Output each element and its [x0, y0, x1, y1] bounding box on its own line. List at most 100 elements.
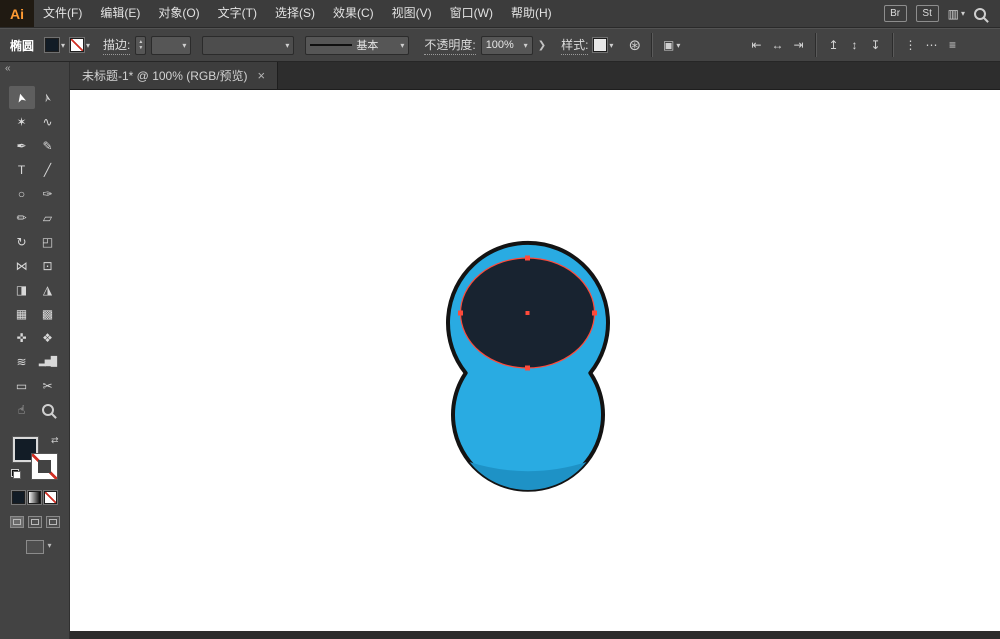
stroke-color-dropdown[interactable]: ▾ [70, 38, 90, 52]
anchor-left[interactable] [458, 310, 463, 316]
symbol-sprayer-tool[interactable]: ≋ [9, 350, 35, 373]
tools-panel: « ➤ ➢ ✶ ∿ ✒ ✎ T ╱ ○ ✑ ✏ ▱ ↻ ◰ ⋈ ⊡ ◨ ◮ ▦ … [0, 62, 70, 639]
menu-object[interactable]: 对象(O) [149, 0, 208, 27]
chevron-down-icon: ▾ [676, 40, 681, 50]
menubar-right: Br St ▥ ▾ [883, 5, 1000, 22]
menu-effect[interactable]: 效果(C) [324, 0, 383, 27]
perspective-grid-tool[interactable]: ◮ [35, 278, 61, 301]
distribute-vertical-button[interactable]: ⋮ [901, 38, 920, 52]
selection-tool[interactable]: ➤ [8, 86, 35, 109]
opacity-label[interactable]: 不透明度: [424, 36, 476, 55]
opacity-flyout-icon[interactable]: ❯ [538, 40, 546, 51]
eyedropper-tool[interactable]: ✜ [9, 326, 35, 349]
vertical-align-center-button[interactable]: ↕ [845, 38, 864, 52]
screen-mode-button[interactable] [25, 540, 52, 554]
stroke-none-swatch [70, 38, 85, 52]
canvas-area[interactable] [70, 90, 1000, 631]
paintbrush-tool[interactable]: ✑ [35, 182, 61, 205]
column-graph-tool[interactable]: ▂▅█ [35, 350, 61, 373]
menu-edit[interactable]: 编辑(E) [91, 0, 149, 27]
menu-type[interactable]: 文字(T) [209, 0, 266, 27]
gradient-button[interactable] [28, 491, 41, 504]
default-fill-stroke-icon[interactable] [10, 469, 21, 479]
direct-selection-tool[interactable]: ➢ [35, 86, 61, 109]
gradient-tool[interactable]: ▩ [35, 302, 61, 325]
style-label[interactable]: 样式: [561, 36, 589, 55]
draw-normal-button[interactable] [9, 516, 24, 528]
app-logo: Ai [0, 0, 34, 27]
stroke-swatch[interactable] [30, 453, 58, 480]
horizontal-align-left-button[interactable]: ⇤ [747, 38, 766, 52]
curvature-tool[interactable]: ✎ [35, 134, 61, 157]
free-transform-tool[interactable]: ⊡ [35, 254, 61, 277]
none-button[interactable] [44, 491, 57, 504]
brush-definition-select[interactable]: 基本 ▾ [305, 35, 410, 55]
scale-tool[interactable]: ◰ [35, 230, 61, 253]
anchor-center[interactable] [525, 311, 530, 315]
width-profile-select[interactable]: ▾ [202, 35, 295, 55]
mesh-tool[interactable]: ▦ [9, 302, 35, 325]
collapse-panel-icon[interactable]: « [0, 62, 69, 80]
color-button[interactable] [12, 491, 25, 504]
draw-behind-button[interactable] [27, 516, 42, 528]
horizontal-align-center-button[interactable]: ↔ [768, 38, 787, 52]
horizontal-align-right-button[interactable]: ⇥ [789, 38, 808, 52]
chevron-down-icon: ▾ [285, 40, 290, 50]
graphic-style-swatch [593, 38, 608, 52]
separator [892, 33, 894, 57]
ellipse-tool[interactable]: ○ [9, 182, 35, 205]
menu-help[interactable]: 帮助(H) [502, 0, 561, 27]
zoom-tool[interactable] [35, 398, 61, 421]
opacity-value: 100% [485, 39, 514, 51]
stroke-weight-select[interactable]: ▾ [151, 35, 192, 55]
anchor-top[interactable] [525, 255, 530, 261]
vertical-align-bottom-button[interactable]: ↧ [866, 38, 885, 52]
hand-tool[interactable]: ☝ [9, 398, 35, 421]
slice-tool[interactable]: ✂ [35, 374, 61, 397]
stock-button[interactable]: St [915, 5, 939, 22]
chevron-down-icon: ▾ [609, 40, 614, 50]
align-to-dropdown[interactable]: ▣ ▾ [663, 38, 680, 52]
document-tab[interactable]: 未标题-1* @ 100% (RGB/预览) × [70, 62, 279, 89]
pen-tool[interactable]: ✒ [9, 134, 35, 157]
menu-window[interactable]: 窗口(W) [441, 0, 502, 27]
recolor-artwork-icon[interactable]: ⊛ [628, 36, 641, 54]
close-tab-icon[interactable]: × [258, 68, 266, 83]
lasso-tool[interactable]: ∿ [35, 110, 61, 133]
search-icon[interactable] [974, 7, 986, 20]
menu-view[interactable]: 视图(V) [383, 0, 441, 27]
workspace-switcher[interactable]: ▥ ▾ [948, 7, 965, 21]
default-stroke-mini [12, 471, 21, 479]
blend-tool[interactable]: ❖ [35, 326, 61, 349]
draw-inside-button[interactable] [45, 516, 60, 528]
line-segment-tool[interactable]: ╱ [35, 158, 61, 181]
distribute-spacing-button[interactable]: ≡ [943, 38, 962, 52]
anchor-bottom[interactable] [525, 365, 530, 371]
artboard-tool[interactable]: ▭ [9, 374, 35, 397]
opacity-select[interactable]: 100% ▾ [480, 35, 533, 55]
menu-select[interactable]: 选择(S) [266, 0, 324, 27]
bridge-button[interactable]: Br [883, 5, 907, 22]
artboard[interactable] [70, 90, 1000, 631]
menu-file[interactable]: 文件(F) [34, 0, 91, 27]
chevron-down-icon: ▾ [523, 40, 528, 50]
brush-name: 基本 [356, 40, 379, 52]
width-tool[interactable]: ⋈ [9, 254, 35, 277]
rotate-tool[interactable]: ↻ [9, 230, 35, 253]
stroke-weight-label[interactable]: 描边: [103, 36, 131, 55]
distribute-horizontal-button[interactable]: ⋯ [922, 38, 941, 52]
window-bottom-edge [70, 631, 1000, 639]
anchor-right[interactable] [592, 310, 597, 316]
vertical-align-top-button[interactable]: ↥ [824, 38, 843, 52]
magic-wand-tool[interactable]: ✶ [9, 110, 35, 133]
menu-bar: Ai 文件(F) 编辑(E) 对象(O) 文字(T) 选择(S) 效果(C) 视… [0, 0, 1000, 28]
shape-builder-tool[interactable]: ◨ [9, 278, 35, 301]
fill-color-dropdown[interactable]: ▾ [45, 38, 65, 52]
type-tool[interactable]: T [9, 158, 35, 181]
graphic-style-dropdown[interactable]: ▾ [593, 38, 613, 52]
drawing-mode-buttons [0, 516, 69, 528]
eraser-tool[interactable]: ▱ [35, 206, 61, 229]
stroke-weight-stepper[interactable]: ▲ ▼ [135, 35, 147, 55]
swap-fill-stroke-icon[interactable]: ⇄ [51, 435, 59, 446]
pencil-tool[interactable]: ✏ [9, 206, 35, 229]
